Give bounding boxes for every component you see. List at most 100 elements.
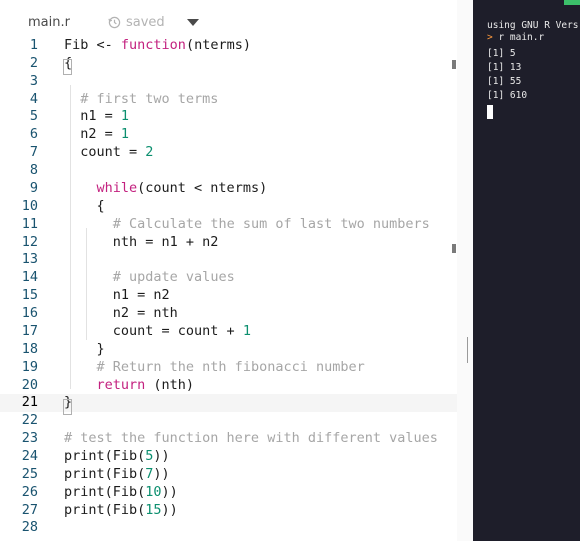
code-token: )) [161, 501, 178, 518]
code-token: )) [161, 483, 178, 500]
code-token: n1 = n2 [64, 287, 170, 304]
code-line[interactable]: 6 n2 = 1 [0, 126, 457, 144]
code-line[interactable]: 12 nth = n1 + n2 [0, 234, 457, 252]
code-token: )) [153, 465, 170, 482]
code-token: count = [64, 144, 146, 161]
pane-splitter[interactable] [457, 0, 473, 541]
tab-filename[interactable]: main.r [28, 15, 70, 30]
code-line[interactable]: 15 n1 = n2 [0, 287, 457, 305]
editor-tab-bar: main.r saved [0, 0, 457, 36]
line-number: 14 [21, 269, 38, 286]
code-token: nth = n1 + n2 [64, 233, 219, 250]
line-number: 27 [21, 501, 38, 518]
code-token: print(Fib( [64, 448, 146, 464]
line-number: 16 [21, 305, 38, 322]
number-token: 2 [145, 144, 154, 161]
console-pane[interactable]: using GNU R Vers > r main.r [1] 5 [1] 13… [473, 0, 580, 541]
code-text: print(Fib(7)) [64, 466, 170, 484]
code-line[interactable]: 9 while(count < nterms) [0, 180, 457, 198]
line-number: 8 [29, 162, 38, 179]
console-output: [1] 13 [487, 62, 522, 73]
save-status-label: saved [126, 15, 165, 30]
code-token: print(Fib( [64, 483, 146, 500]
number-token: 10 [145, 483, 162, 500]
code-line[interactable]: 4 # first two terms [0, 91, 457, 109]
code-line[interactable]: 16 n2 = nth [0, 305, 457, 323]
code-line[interactable]: 10 { [0, 198, 457, 216]
line-number: 5 [29, 108, 38, 125]
bracket-match-open [63, 59, 72, 75]
code-text: # test the function here with different … [64, 430, 438, 448]
code-line[interactable]: 8 [0, 162, 457, 180]
code-line[interactable]: 26 print(Fib(10)) [0, 484, 457, 502]
code-line[interactable]: 27 print(Fib(15)) [0, 502, 457, 520]
code-token: print(Fib( [64, 501, 146, 518]
number-token: 1 [120, 126, 130, 143]
code-text: n1 = n2 [64, 287, 170, 305]
line-number: 10 [21, 197, 38, 214]
code-text: n2 = 1 [64, 126, 129, 144]
code-text: n2 = nth [64, 305, 178, 323]
code-line[interactable]: 24 print(Fib(5)) [0, 448, 457, 466]
line-number: 21 [21, 394, 38, 411]
code-token: )) [153, 448, 170, 464]
console-header: using GNU R Vers [487, 20, 579, 31]
code-text: # update values [64, 269, 235, 287]
indent-guide [86, 228, 87, 340]
code-line[interactable]: 28 [0, 519, 457, 537]
code-line[interactable]: 1 Fib <- function(nterms) [0, 37, 457, 55]
code-line[interactable]: 17 count = count + 1 [0, 323, 457, 341]
console-output: [1] 5 [487, 48, 516, 59]
line-number: 2 [29, 54, 38, 71]
number-token: 15 [145, 501, 162, 518]
splitter-handle[interactable] [467, 337, 468, 363]
comment-token: # Return the nth fibonacci number [96, 358, 365, 375]
keyword-token: return [96, 376, 146, 393]
code-text: # Return the nth fibonacci number [64, 359, 365, 377]
code-editor[interactable]: 28 27 print(Fib(15)) 26 print(Fib(10)) 25 prin… [0, 36, 457, 541]
line-number: 23 [21, 430, 38, 447]
line-number: 28 [21, 519, 38, 536]
run-indicator [564, 0, 580, 5]
line-number: 13 [21, 251, 38, 268]
line-number: 3 [29, 72, 38, 89]
code-line[interactable]: 18 } [0, 341, 457, 359]
code-line[interactable]: 19 # Return the nth fibonacci number [0, 359, 457, 377]
code-line[interactable]: 7 count = 2 [0, 144, 457, 162]
line-number: 1 [29, 37, 38, 53]
code-line[interactable]: 13 [0, 251, 457, 269]
line-number: 15 [21, 287, 38, 304]
line-number: 7 [29, 144, 38, 161]
caret-down-icon[interactable] [187, 19, 199, 26]
save-status: saved [108, 15, 165, 30]
code-text: n1 = 1 [64, 108, 129, 126]
code-text: return (nth) [64, 376, 195, 395]
code-line[interactable]: 14 # update values [0, 269, 457, 287]
overview-marker [452, 244, 456, 253]
code-line[interactable]: 20 return (nth) [0, 377, 457, 395]
code-text: print(Fib(15)) [64, 502, 178, 520]
code-line[interactable]: 25 print(Fib(7)) [0, 466, 457, 484]
code-token: print(Fib( [64, 465, 146, 482]
code-text: count = 2 [64, 144, 153, 162]
code-line[interactable]: 5 n1 = 1 [0, 108, 457, 126]
line-number: 26 [21, 483, 38, 500]
code-token: n2 = [64, 126, 121, 143]
line-number: 4 [29, 90, 38, 107]
line-number: 25 [21, 465, 38, 482]
code-token: (nth) [145, 376, 195, 393]
line-number: 18 [21, 340, 38, 357]
comment-token: # Calculate the sum of last two numbers [112, 215, 430, 232]
code-token: (nterms) [185, 37, 251, 53]
code-line[interactable]: 23 # test the function here with differen… [0, 430, 457, 448]
code-line[interactable]: 3 [0, 73, 457, 91]
bracket-match-close [63, 399, 72, 415]
line-number: 6 [29, 126, 38, 143]
code-line[interactable]: 11 # Calculate the sum of last two numbe… [0, 216, 457, 234]
comment-token: # update values [112, 269, 235, 286]
